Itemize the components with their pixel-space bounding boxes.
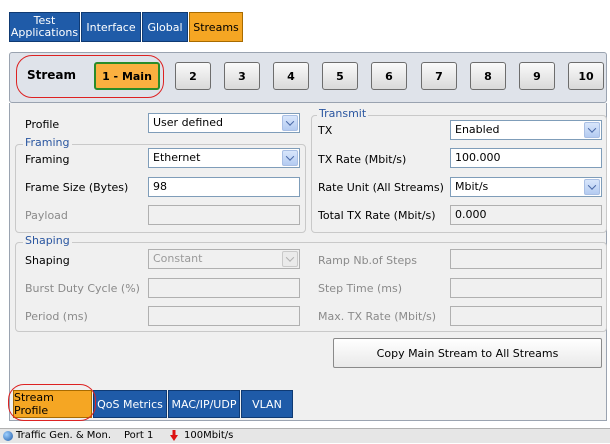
step-time-input xyxy=(450,278,602,298)
profile-label: Profile xyxy=(25,118,60,131)
chevron-down-icon xyxy=(282,115,298,131)
stream-button-8[interactable]: 8 xyxy=(470,62,506,90)
tab-label: Global xyxy=(147,20,183,34)
total-tx-rate-value: 0.000 xyxy=(455,208,487,221)
stream-button-text: 6 xyxy=(385,69,393,83)
rate-unit-value: Mbit/s xyxy=(455,180,489,193)
tab-label: MAC/IP/UDP xyxy=(171,397,237,411)
tab-label: Streams xyxy=(193,20,239,34)
ramp-steps-input xyxy=(450,249,602,269)
tab-label: VLAN xyxy=(252,397,282,411)
tab-streams[interactable]: Streams xyxy=(189,12,243,42)
stream-button-9[interactable]: 9 xyxy=(519,62,555,90)
tx-rate-label: TX Rate (Mbit/s) xyxy=(318,153,407,166)
payload-label: Payload xyxy=(25,209,68,222)
stream-button-7[interactable]: 7 xyxy=(421,62,457,90)
tab-qos-metrics[interactable]: QoS Metrics xyxy=(93,390,167,418)
burst-duty-cycle-label: Burst Duty Cycle (%) xyxy=(25,282,140,295)
tab-global[interactable]: Global xyxy=(142,12,188,42)
ramp-steps-label: Ramp Nb.of Steps xyxy=(318,254,417,267)
tab-vlan[interactable]: VLAN xyxy=(241,390,293,418)
burst-duty-cycle-input xyxy=(148,278,300,298)
step-time-label: Step Time (ms) xyxy=(318,282,402,295)
chevron-down-icon xyxy=(584,179,600,195)
stream-button-text: 8 xyxy=(484,69,492,83)
framing-group-title: Framing xyxy=(23,136,72,149)
copy-main-stream-button[interactable]: Copy Main Stream to All Streams xyxy=(333,338,602,368)
tab-interface[interactable]: Interface xyxy=(81,12,141,42)
tab-label: Interface xyxy=(86,20,136,34)
stream-button-text: 7 xyxy=(435,69,443,83)
arrow-down-icon xyxy=(170,430,178,441)
max-tx-rate-label: Max. TX Rate (Mbit/s) xyxy=(318,310,437,323)
stream-button-2[interactable]: 2 xyxy=(175,62,211,90)
stream-button-text: 4 xyxy=(287,69,295,83)
period-input xyxy=(148,306,300,326)
tx-rate-input[interactable]: 100.000 xyxy=(450,148,602,168)
total-tx-rate-label: Total TX Rate (Mbit/s) xyxy=(318,209,436,222)
total-tx-rate-field: 0.000 xyxy=(450,205,602,225)
stream-button-10[interactable]: 10 xyxy=(568,62,604,90)
stream-button-6[interactable]: 6 xyxy=(371,62,407,90)
tx-dropdown[interactable]: Enabled xyxy=(450,120,602,140)
framing-label: Framing xyxy=(25,153,70,166)
period-label: Period (ms) xyxy=(25,310,88,323)
max-tx-rate-input xyxy=(450,306,602,326)
app-globe-icon xyxy=(3,431,13,441)
chevron-down-icon xyxy=(282,251,298,267)
status-port: Port 1 xyxy=(124,430,154,441)
frame-size-input[interactable]: 98 xyxy=(148,177,300,197)
tab-label-line2: Applications xyxy=(10,26,79,39)
status-link-rate: 100Mbit/s xyxy=(184,430,234,441)
frame-size-value: 98 xyxy=(153,180,167,193)
chevron-down-icon xyxy=(584,122,600,138)
highlight-ellipse xyxy=(8,384,96,421)
tab-label: QoS Metrics xyxy=(97,397,163,411)
stream-button-5[interactable]: 5 xyxy=(322,62,358,90)
rate-unit-label: Rate Unit (All Streams) xyxy=(318,181,444,194)
stream-button-text: 10 xyxy=(578,69,594,83)
shaping-dropdown: Constant xyxy=(148,249,300,269)
status-app-name: Traffic Gen. & Mon. xyxy=(16,430,112,441)
copy-button-label: Copy Main Stream to All Streams xyxy=(376,346,559,360)
transmit-group-title: Transmit xyxy=(317,107,369,120)
tab-mac-ip-udp[interactable]: MAC/IP/UDP xyxy=(168,390,240,418)
stream-button-text: 3 xyxy=(238,69,246,83)
highlight-ellipse xyxy=(16,55,164,98)
chevron-down-icon xyxy=(282,150,298,166)
framing-dropdown[interactable]: Ethernet xyxy=(148,148,300,168)
payload-input xyxy=(148,205,300,225)
rate-unit-dropdown[interactable]: Mbit/s xyxy=(450,177,602,197)
tx-rate-value: 100.000 xyxy=(455,151,501,164)
shaping-value: Constant xyxy=(153,252,203,265)
stream-button-text: 9 xyxy=(533,69,541,83)
profile-value: User defined xyxy=(153,116,223,129)
stream-button-text: 2 xyxy=(189,69,197,83)
tx-label: TX xyxy=(318,124,333,137)
stream-button-text: 5 xyxy=(336,69,344,83)
tx-value: Enabled xyxy=(455,123,500,136)
stream-button-3[interactable]: 3 xyxy=(224,62,260,90)
stream-button-4[interactable]: 4 xyxy=(273,62,309,90)
tab-test-applications[interactable]: Test Applications xyxy=(9,12,80,42)
status-bar: Traffic Gen. & Mon. Port 1 100Mbit/s xyxy=(0,428,610,443)
profile-dropdown[interactable]: User defined xyxy=(148,113,300,133)
shaping-label: Shaping xyxy=(25,254,70,267)
shaping-group-title: Shaping xyxy=(23,234,72,247)
framing-value: Ethernet xyxy=(153,151,201,164)
frame-size-label: Frame Size (Bytes) xyxy=(25,181,129,194)
